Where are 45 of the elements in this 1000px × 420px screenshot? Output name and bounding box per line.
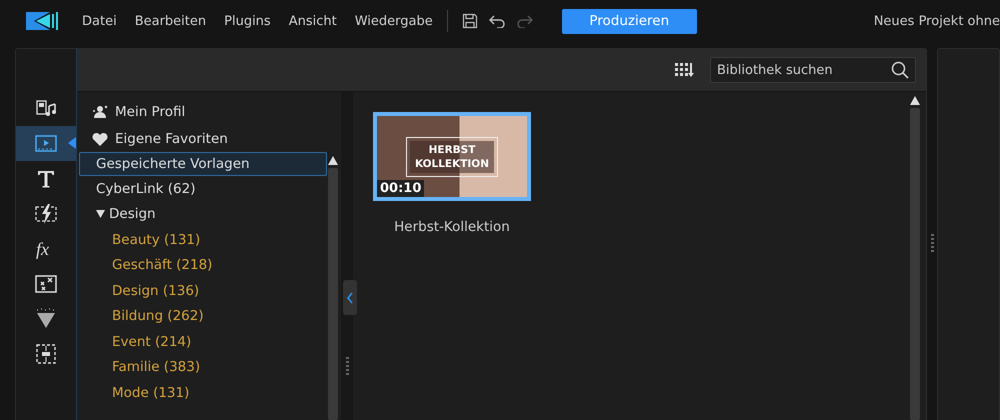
heart-icon — [91, 130, 109, 146]
tree-item[interactable]: CyberLink (62) — [79, 176, 327, 202]
undo-icon[interactable] — [488, 14, 506, 28]
collapse-panel-button[interactable] — [343, 280, 357, 315]
splitter-grip-icon[interactable] — [346, 357, 348, 377]
redo-icon[interactable] — [516, 14, 534, 28]
template-thumbnail[interactable]: HERBST KOLLEKTION 00:10 — [373, 112, 531, 201]
profile-icon — [91, 104, 109, 120]
menu-item[interactable]: Ansicht — [288, 14, 337, 28]
caret-icon[interactable] — [96, 210, 105, 218]
room-tab[interactable]: fx — [16, 231, 76, 266]
fx-icon: fx — [35, 238, 57, 260]
scrollbar[interactable] — [910, 108, 920, 420]
tree-item[interactable]: Bildung (262) — [79, 304, 327, 329]
video-template-icon — [35, 132, 57, 154]
search-field[interactable]: Bibliothek suchen — [710, 57, 916, 83]
splitter-grip-icon[interactable] — [930, 234, 934, 254]
sidebar-item[interactable]: Mein Profil — [77, 98, 341, 125]
tree-item[interactable]: Design — [79, 202, 327, 227]
app-logo-icon — [26, 10, 60, 32]
chevron-left-icon — [346, 292, 354, 304]
tree-item[interactable]: Geschäft (218) — [79, 252, 327, 278]
menu-item[interactable]: Plugins — [224, 14, 271, 28]
tree-item[interactable]: Design (136) — [79, 278, 327, 304]
spray-icon — [35, 308, 57, 330]
tree-item[interactable]: Gespeicherte Vorlagen — [79, 152, 327, 176]
duration-label: 00:10 — [377, 180, 424, 197]
thumbnail-title: HERBST KOLLEKTION — [410, 140, 494, 172]
sort-icon[interactable] — [674, 62, 694, 78]
tree-item[interactable]: Event (214) — [79, 329, 327, 354]
save-icon[interactable] — [462, 13, 478, 29]
menu-item[interactable]: Wiedergabe — [354, 14, 433, 28]
pip-frame-icon — [35, 342, 57, 364]
project-title: Neues Projekt ohne — [874, 14, 1000, 28]
tree-item[interactable]: Mode (131) — [79, 380, 327, 406]
scrollbar[interactable] — [328, 168, 338, 420]
menu-item[interactable]: Bearbeiten — [134, 14, 206, 28]
particle-icon — [35, 272, 57, 294]
tree-item[interactable]: Familie (383) — [79, 354, 327, 380]
tree-item[interactable]: Beauty (131) — [79, 227, 327, 252]
search-icon[interactable] — [891, 61, 909, 79]
sidebar-item[interactable]: Eigene Favoriten — [77, 125, 341, 152]
menu-item[interactable]: Datei — [82, 14, 117, 28]
transition-icon — [35, 202, 57, 224]
template-name: Herbst-Kollektion — [394, 219, 510, 235]
